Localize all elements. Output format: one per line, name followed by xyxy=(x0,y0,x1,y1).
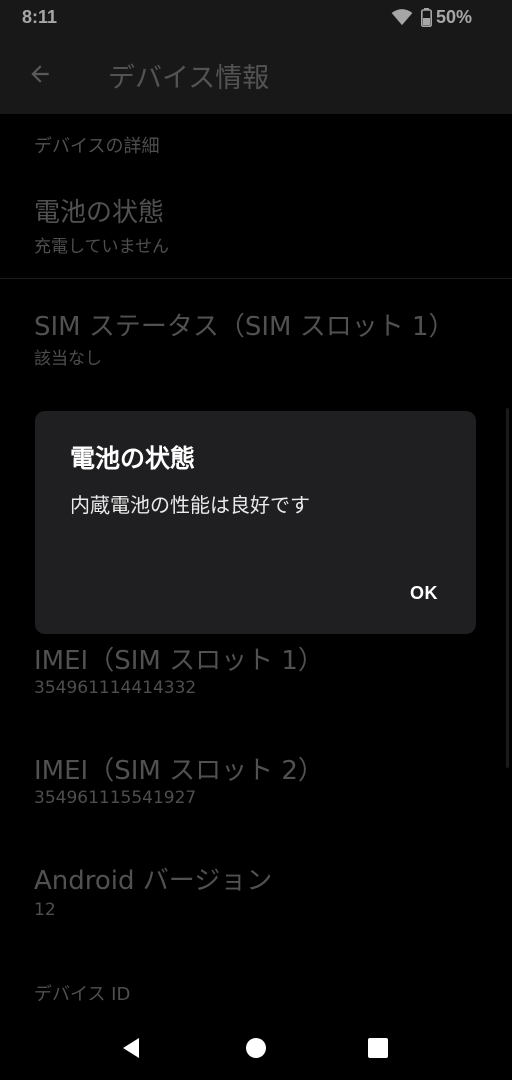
circle-home-icon xyxy=(246,1038,266,1058)
nav-home-button[interactable] xyxy=(236,1028,276,1068)
battery-status-dialog: 電池の状態 内蔵電池の性能は良好です OK xyxy=(35,411,476,634)
square-recents-icon xyxy=(368,1038,388,1058)
nav-recents-button[interactable] xyxy=(358,1028,398,1068)
navigation-bar xyxy=(0,1016,512,1080)
dialog-message: 内蔵電池の性能は良好です xyxy=(70,493,310,517)
ok-button[interactable]: OK xyxy=(398,577,450,610)
triangle-back-icon xyxy=(123,1038,139,1058)
dialog-title: 電池の状態 xyxy=(70,444,196,473)
nav-back-button[interactable] xyxy=(112,1028,152,1068)
